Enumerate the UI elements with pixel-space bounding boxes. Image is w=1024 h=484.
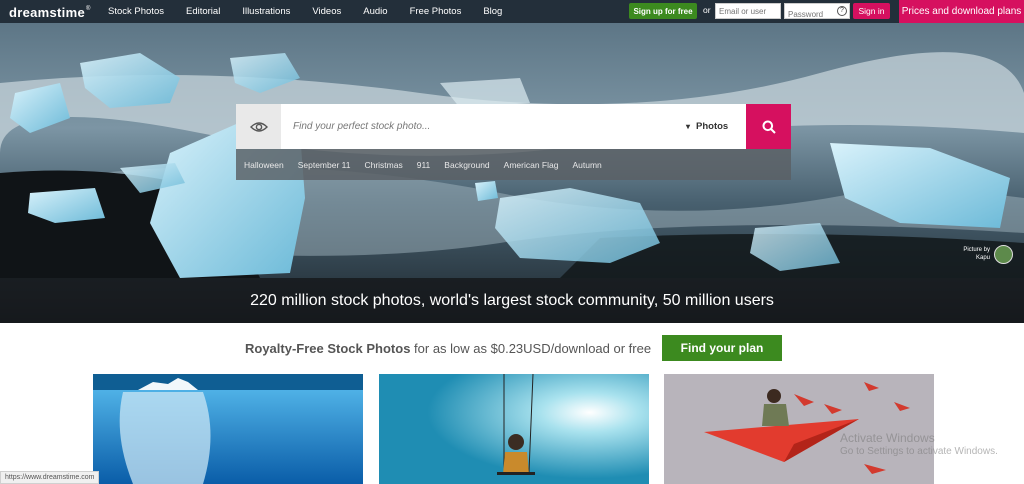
- nav-audio[interactable]: Audio: [363, 6, 387, 17]
- search-button[interactable]: [746, 104, 791, 149]
- eye-icon[interactable]: [236, 104, 281, 149]
- hero-section: ▾ Photos Halloween September 11 Christma…: [0, 23, 1024, 323]
- tagline-strip: 220 million stock photos, world's larges…: [0, 278, 1024, 323]
- status-bar-url: https://www.dreamstime.com: [0, 471, 100, 484]
- suggestion-halloween[interactable]: Halloween: [244, 160, 284, 170]
- promo-text: Royalty-Free Stock Photos for as low as …: [245, 341, 651, 356]
- suggested-searches: Halloween September 11 Christmas 911 Bac…: [236, 149, 791, 180]
- media-type-select[interactable]: ▾ Photos: [686, 104, 746, 149]
- suggestion-september-11[interactable]: September 11: [298, 160, 351, 170]
- suggestion-autumn[interactable]: Autumn: [572, 160, 601, 170]
- sign-up-button[interactable]: Sign up for free: [629, 3, 697, 19]
- featured-image-paper-plane[interactable]: [664, 374, 934, 484]
- credit-line-1: Picture by: [963, 247, 990, 253]
- hero-tagline: 220 million stock photos, world's larges…: [250, 291, 774, 309]
- nav-videos[interactable]: Videos: [312, 6, 341, 17]
- main-nav: Stock Photos Editorial Illustrations Vid…: [108, 0, 524, 23]
- promo-bold: Royalty-Free Stock Photos: [245, 341, 411, 356]
- top-bar: dreamstime ® Stock Photos Editorial Illu…: [0, 0, 1024, 23]
- sign-in-button[interactable]: Sign in: [853, 3, 890, 19]
- suggestion-background[interactable]: Background: [444, 160, 489, 170]
- prices-button[interactable]: Prices and download plans: [899, 0, 1024, 23]
- nav-illustrations[interactable]: Illustrations: [242, 6, 290, 17]
- activate-subtitle: Go to Settings to activate Windows.: [840, 446, 998, 457]
- search-input[interactable]: [281, 104, 676, 149]
- promo-section: Royalty-Free Stock Photos for as low as …: [0, 323, 1024, 374]
- featured-image-swing[interactable]: [379, 374, 649, 484]
- nav-stock-photos[interactable]: Stock Photos: [108, 6, 164, 17]
- dreamstime-logo[interactable]: dreamstime ®: [9, 3, 90, 20]
- suggestion-american-flag[interactable]: American Flag: [504, 160, 559, 170]
- nav-editorial[interactable]: Editorial: [186, 6, 220, 17]
- suggestion-christmas[interactable]: Christmas: [364, 160, 402, 170]
- password-field[interactable]: [785, 7, 835, 22]
- suggestion-911[interactable]: 911: [417, 160, 431, 170]
- search-icon: [762, 120, 776, 134]
- photographer-avatar[interactable]: [994, 245, 1013, 264]
- or-label: or: [703, 5, 711, 15]
- logo-text: dreamstime: [9, 5, 85, 20]
- nav-blog[interactable]: Blog: [483, 6, 502, 17]
- promo-rest: for as low as $0.23USD/download or free: [410, 341, 652, 356]
- logo-registered-mark: ®: [85, 6, 91, 12]
- help-icon[interactable]: ?: [837, 6, 847, 16]
- nav-free-photos[interactable]: Free Photos: [410, 6, 462, 17]
- activate-title: Activate Windows: [840, 431, 935, 445]
- media-type-label: Photos: [696, 121, 729, 132]
- activate-windows-watermark: Activate Windows Go to Settings to activ…: [840, 432, 998, 458]
- featured-image-iceberg[interactable]: [93, 374, 363, 484]
- password-field-wrapper: ?: [784, 3, 850, 22]
- email-field[interactable]: [715, 3, 781, 19]
- credit-line-2: Kapu: [975, 255, 990, 261]
- chevron-down-icon: ▾: [686, 122, 691, 131]
- photo-credit[interactable]: Picture by Kapu: [956, 246, 990, 262]
- find-plan-button[interactable]: Find your plan: [662, 335, 782, 361]
- search-box: ▾ Photos: [236, 104, 791, 149]
